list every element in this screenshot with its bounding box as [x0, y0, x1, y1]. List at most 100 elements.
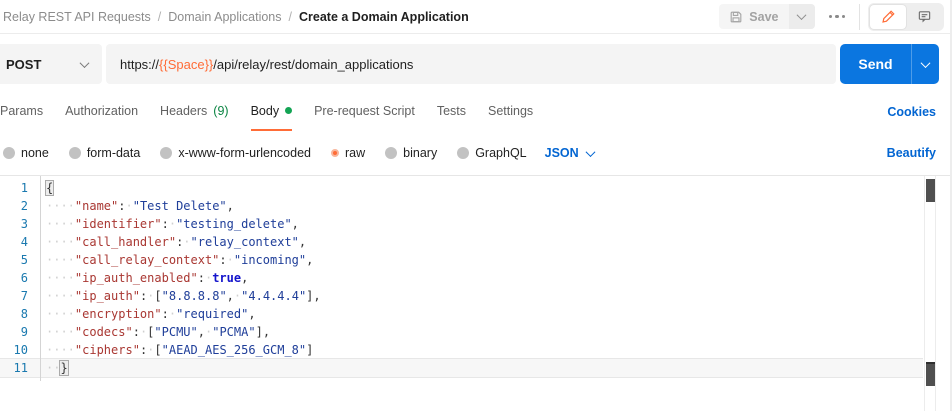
code-line[interactable]: 11··}: [0, 358, 923, 378]
chevron-down-icon: [80, 58, 90, 68]
tab-label: Params: [0, 104, 43, 118]
tab-body[interactable]: Body: [251, 92, 293, 131]
line-number: 6: [0, 269, 40, 287]
code-line[interactable]: 9····"codecs":·["PCMU",·"PCMA"],: [0, 323, 923, 341]
tab-label: Settings: [488, 104, 533, 118]
line-number: 9: [0, 323, 40, 341]
code-line[interactable]: 10····"ciphers":·["AEAD_AES_256_GCM_8"]: [0, 341, 923, 359]
tab-headers[interactable]: Headers (9): [160, 92, 229, 131]
save-options-button[interactable]: [789, 4, 815, 29]
radio-label: binary: [403, 146, 437, 160]
scrollbar-thumb[interactable]: [926, 179, 935, 202]
code-area[interactable]: 1{2····"name":·"Test Delete",3····"ident…: [0, 176, 923, 411]
gutter-divider: [40, 176, 41, 381]
token-ws: ····: [46, 253, 75, 267]
code-text: ····"codecs":·["PCMU",·"PCMA"],: [40, 323, 270, 341]
request-tabs-row: Params Authorization Headers (9) Body Pre-req…: [0, 92, 950, 131]
save-button[interactable]: Save: [719, 4, 788, 29]
body-editor[interactable]: 1{2····"name":·"Test Delete",3····"ident…: [0, 175, 950, 411]
scrollbar-thumb[interactable]: [926, 362, 935, 386]
radio-icon: [3, 147, 15, 159]
token-str: "4.4.4.4": [241, 289, 306, 303]
tab-authorization[interactable]: Authorization: [65, 92, 138, 131]
line-number: 3: [0, 215, 40, 233]
tab-settings[interactable]: Settings: [488, 92, 533, 131]
body-language-select[interactable]: JSON: [545, 146, 594, 160]
tab-pre-request-script[interactable]: Pre-request Script: [314, 92, 415, 131]
breadcrumb-item[interactable]: Create a Domain Application: [299, 10, 469, 24]
body-type-radio-form-data[interactable]: form-data: [69, 146, 141, 160]
code-line[interactable]: 8····"encryption":·"required",: [0, 305, 923, 323]
code-text: ····"identifier":·"testing_delete",: [40, 215, 299, 233]
url-path: /api/relay/rest/domain_applications: [213, 57, 413, 72]
send-options-button[interactable]: [911, 44, 939, 84]
token-key: "ip_auth_enabled": [75, 271, 198, 285]
breadcrumb-item[interactable]: Domain Applications: [168, 10, 281, 24]
token-punc: ,: [198, 325, 205, 339]
token-bool: true: [212, 271, 241, 285]
url-input[interactable]: https://{{Space}}/api/relay/rest/domain_…: [106, 44, 836, 84]
method-label: POST: [6, 57, 41, 72]
code-line[interactable]: 4····"call_handler":·"relay_context",: [0, 233, 923, 251]
code-line[interactable]: 7····"ip_auth":·["8.8.8.8",·"4.4.4.4"],: [0, 287, 923, 305]
token-punc: ]: [306, 343, 313, 357]
token-ws: ····: [46, 289, 75, 303]
token-str: "testing_delete": [176, 217, 292, 231]
body-type-radio-graphql[interactable]: GraphQL: [457, 146, 526, 160]
line-number: 7: [0, 287, 40, 305]
tab-label: Body: [251, 104, 280, 118]
code-line[interactable]: 2····"name":·"Test Delete",: [0, 197, 923, 215]
radio-icon: [457, 147, 469, 159]
body-type-radio-raw[interactable]: raw: [331, 146, 365, 160]
tab-label: Headers: [160, 104, 207, 118]
body-type-radio-x-www-form-urlencoded[interactable]: x-www-form-urlencoded: [160, 146, 311, 160]
code-text: ····"name":·"Test Delete",: [40, 197, 234, 215]
tab-count-badge: (9): [213, 104, 228, 118]
token-punc: :: [118, 199, 125, 213]
line-number: 2: [0, 197, 40, 215]
radio-label: none: [21, 146, 49, 160]
token-ws: ····: [46, 307, 75, 321]
breadcrumb-item[interactable]: Relay REST API Requests: [3, 10, 151, 24]
editor-scrollbar[interactable]: [924, 176, 936, 411]
token-punc: [: [154, 343, 161, 357]
documentation-button[interactable]: [870, 5, 906, 29]
token-punc: [: [154, 289, 161, 303]
code-text: ····"ip_auth":·["8.8.8.8",·"4.4.4.4"],: [40, 287, 321, 305]
toolbar-divider: [859, 4, 860, 30]
breadcrumb: Relay REST API Requests / Domain Applicati…: [3, 10, 469, 24]
method-select[interactable]: POST: [0, 44, 102, 84]
more-options-button[interactable]: [823, 9, 852, 25]
token-str: "8.8.8.8": [162, 289, 227, 303]
save-icon: [729, 10, 743, 24]
code-text: ··}: [40, 359, 68, 377]
token-str: "required": [176, 307, 248, 321]
breadcrumb-separator: /: [158, 10, 161, 24]
tab-tests[interactable]: Tests: [437, 92, 466, 131]
beautify-link[interactable]: Beautify: [887, 146, 936, 160]
code-text: ····"call_handler":·"relay_context",: [40, 233, 306, 251]
token-str: "AEAD_AES_256_GCM_8": [162, 343, 307, 357]
body-type-radio-binary[interactable]: binary: [385, 146, 437, 160]
tab-params[interactable]: Params: [0, 92, 43, 131]
token-punc: :: [162, 217, 169, 231]
token-key: "name": [75, 199, 118, 213]
code-line[interactable]: 6····"ip_auth_enabled":·true,: [0, 269, 923, 287]
radio-label: form-data: [87, 146, 141, 160]
pencil-icon: [881, 9, 896, 24]
url-prefix: https://: [120, 57, 159, 72]
chevron-down-icon: [585, 147, 595, 157]
tab-label: Authorization: [65, 104, 138, 118]
code-text: {: [40, 179, 53, 197]
cookies-link[interactable]: Cookies: [887, 92, 936, 131]
body-type-radio-none[interactable]: none: [3, 146, 49, 160]
modified-dot-icon: [285, 107, 292, 114]
radio-icon: [385, 147, 397, 159]
code-line[interactable]: 3····"identifier":·"testing_delete",: [0, 215, 923, 233]
send-button[interactable]: Send: [840, 44, 911, 84]
toolbar: Relay REST API Requests / Domain Applicati…: [0, 0, 950, 34]
comments-button[interactable]: [906, 5, 942, 29]
line-number: 1: [0, 179, 40, 197]
code-line[interactable]: 5····"call_relay_context":·"incoming",: [0, 251, 923, 269]
code-line[interactable]: 1{: [0, 179, 923, 197]
